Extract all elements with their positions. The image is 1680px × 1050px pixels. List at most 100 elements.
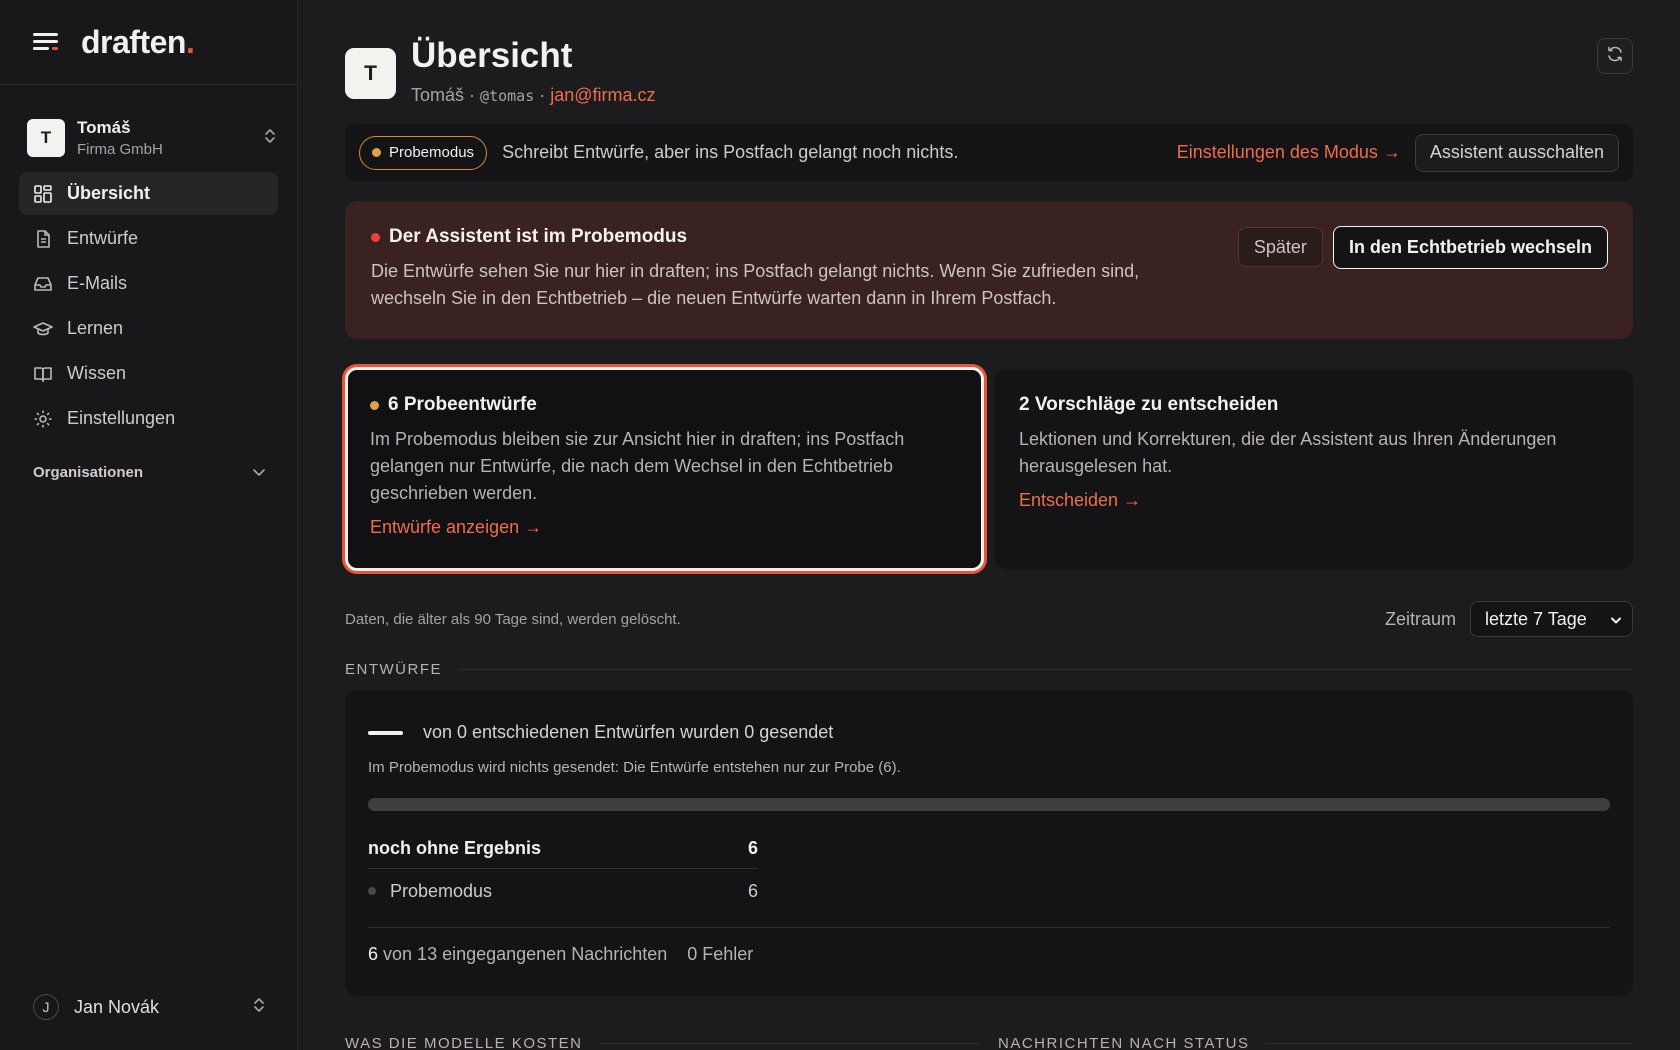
logo-text: draften: [81, 23, 186, 60]
divider: [1265, 1043, 1633, 1044]
page-subtitle: Tomáš · @tomas · jan@firma.cz: [411, 85, 656, 106]
status-dot: [370, 400, 379, 410]
section-title: WAS DIE MODELLE KOSTEN: [345, 1035, 583, 1050]
sidebar-item-einstellungen[interactable]: Einstellungen: [19, 397, 278, 440]
switch-live-button[interactable]: In den Echtbetrieb wechseln: [1332, 226, 1608, 269]
error-stat: 0 Fehler: [687, 944, 754, 964]
card-title: 6 Probeentwürfe: [388, 394, 537, 415]
logo[interactable]: draften.: [81, 23, 195, 61]
sidebar-item-uebersicht[interactable]: Übersicht: [19, 172, 278, 215]
account-org: Firma GmbH: [77, 141, 163, 158]
section-title: ENTWÜRFE: [345, 661, 442, 678]
brand-bar: draften.: [0, 0, 297, 85]
retention-note: Daten, die älter als 90 Tage sind, werde…: [345, 610, 681, 628]
divider: [598, 1043, 980, 1044]
later-button[interactable]: Später: [1237, 227, 1323, 267]
disable-assistant-button[interactable]: Assistent ausschalten: [1414, 133, 1619, 172]
period-select[interactable]: letzte 7 Tage: [1470, 601, 1633, 637]
card-title: 2 Vorschläge zu entscheiden: [1019, 394, 1279, 415]
sidebar-item-label: Lernen: [67, 318, 124, 338]
stat-label: noch ohne Ergebnis: [368, 838, 542, 858]
refresh-button[interactable]: [1597, 38, 1633, 74]
stat-label: Probemodus: [390, 880, 493, 901]
trial-drafts-card[interactable]: 6 Probeentwürfe Im Probemodus bleiben si…: [345, 367, 984, 571]
account-names: Tomáš Firma GmbH: [77, 118, 262, 158]
table-row: noch ohne Ergebnis 6: [368, 829, 758, 869]
summary-cards: 6 Probeentwürfe Im Probemodus bleiben si…: [345, 367, 1633, 571]
dash-indicator: [368, 730, 403, 735]
sidebar-item-label: E-Mails: [67, 273, 128, 293]
gear-icon: [33, 409, 53, 429]
costs-heading: WAS DIE MODELLE KOSTEN: [345, 1035, 980, 1050]
account-avatar: T: [27, 119, 65, 157]
status-dot: [372, 148, 381, 157]
incoming-stat: 6 von 13 eingegangenen Nachrichten: [368, 944, 667, 965]
inbox-icon: [33, 274, 53, 294]
show-drafts-link[interactable]: Entwürfe anzeigen →: [370, 517, 959, 538]
refresh-icon: [1606, 45, 1624, 68]
user-menu[interactable]: J Jan Novák: [33, 994, 267, 1020]
profile-email-link[interactable]: jan@firma.cz: [550, 85, 655, 105]
legend-dot: [368, 887, 376, 895]
sidebar-item-entwuerfe[interactable]: Entwürfe: [19, 217, 278, 260]
sidebar-item-label: Wissen: [67, 363, 127, 383]
chevron-down-icon: [1610, 609, 1622, 630]
drafts-headline-text: von 0 entschiedenen Entwürfen wurden 0 g…: [423, 722, 834, 742]
page-title: Übersicht: [411, 36, 573, 75]
organisations-toggle[interactable]: Organisationen: [33, 464, 266, 481]
suggestions-card[interactable]: 2 Vorschläge zu entscheiden Lektionen un…: [994, 369, 1633, 569]
separator: ·: [469, 85, 476, 105]
drafts-headline: von 0 entschiedenen Entwürfen wurden 0 g…: [368, 722, 1610, 743]
period-select-value: letzte 7 Tage: [1485, 608, 1587, 629]
table-row: Probemodus 6: [368, 869, 758, 913]
user-name: Jan Novák: [74, 996, 160, 1017]
chevron-up-down-icon: [262, 127, 278, 150]
retention-row: Daten, die älter als 90 Tage sind, werde…: [345, 599, 1633, 639]
sidebar-item-wissen[interactable]: Wissen: [19, 352, 278, 395]
account-name: Tomáš: [77, 118, 131, 137]
account-switcher[interactable]: T Tomáš Firma GmbH: [27, 116, 278, 160]
status-heading: NACHRICHTEN NACH STATUS: [998, 1035, 1633, 1050]
mode-description: Schreibt Entwürfe, aber ins Postfach gel…: [502, 142, 959, 162]
stat-value: 6: [747, 838, 758, 858]
mode-settings-link[interactable]: Einstellungen des Modus →: [1177, 142, 1401, 163]
book-icon: [33, 364, 53, 384]
user-avatar: J: [33, 994, 59, 1020]
card-body: Im Probemodus bleiben sie zur Ansicht hi…: [370, 429, 905, 503]
grid-icon: [33, 184, 53, 204]
sidebar-nav: Übersicht Entwürfe E-Mails Lernen Wissen…: [19, 172, 278, 440]
alert-dot: [371, 232, 380, 242]
profile-avatar: T: [345, 48, 396, 99]
stat-value: 6: [747, 880, 758, 901]
divider: [458, 669, 1633, 670]
drafts-hint: Im Probemodus wird nichts gesendet: Die …: [368, 759, 901, 776]
profile-handle: @tomas: [480, 87, 535, 105]
organisations-label: Organisationen: [33, 464, 144, 481]
main-content: T Übersicht Tomáš · @tomas · jan@firma.c…: [345, 0, 1633, 1050]
mode-pill-label: Probemodus: [389, 144, 475, 161]
logo-dot: .: [185, 23, 195, 60]
sidebar-item-emails[interactable]: E-Mails: [19, 262, 278, 305]
sidebar-item-label: Entwürfe: [67, 228, 139, 248]
alert-title: Der Assistent ist im Probemodus: [389, 226, 688, 247]
card-body: Lektionen und Korrekturen, die der Assis…: [1019, 429, 1557, 476]
incoming-text: von 13 eingegangenen Nachrichten: [383, 944, 668, 964]
bottom-section-headings: WAS DIE MODELLE KOSTEN NACHRICHTEN NACH …: [345, 1035, 1633, 1050]
drafts-stats: noch ohne Ergebnis 6 Probemodus 6: [368, 829, 758, 913]
alert-body: Die Entwürfe sehen Sie nur hier in draft…: [371, 261, 1140, 308]
sidebar-item-label: Übersicht: [67, 183, 151, 203]
incoming-count: 6: [368, 944, 379, 964]
card-title-row: 6 Probeentwürfe: [370, 394, 959, 416]
chevron-up-down-icon: [251, 996, 267, 1019]
decide-link[interactable]: Entscheiden →: [1019, 490, 1608, 511]
drafts-section-heading: ENTWÜRFE: [345, 661, 1633, 678]
period-label: Zeitraum: [1384, 608, 1456, 629]
menu-icon[interactable]: [33, 31, 59, 53]
document-icon: [33, 229, 53, 249]
sidebar-item-lernen[interactable]: Lernen: [19, 307, 278, 350]
separator: ·: [539, 85, 546, 105]
profile-name: Tomáš: [411, 85, 465, 105]
sidebar: draften. T Tomáš Firma GmbH Übersicht En…: [0, 0, 298, 1050]
page-header: T Übersicht Tomáš · @tomas · jan@firma.c…: [345, 0, 1633, 120]
sent-progress-bar: [368, 798, 1610, 811]
